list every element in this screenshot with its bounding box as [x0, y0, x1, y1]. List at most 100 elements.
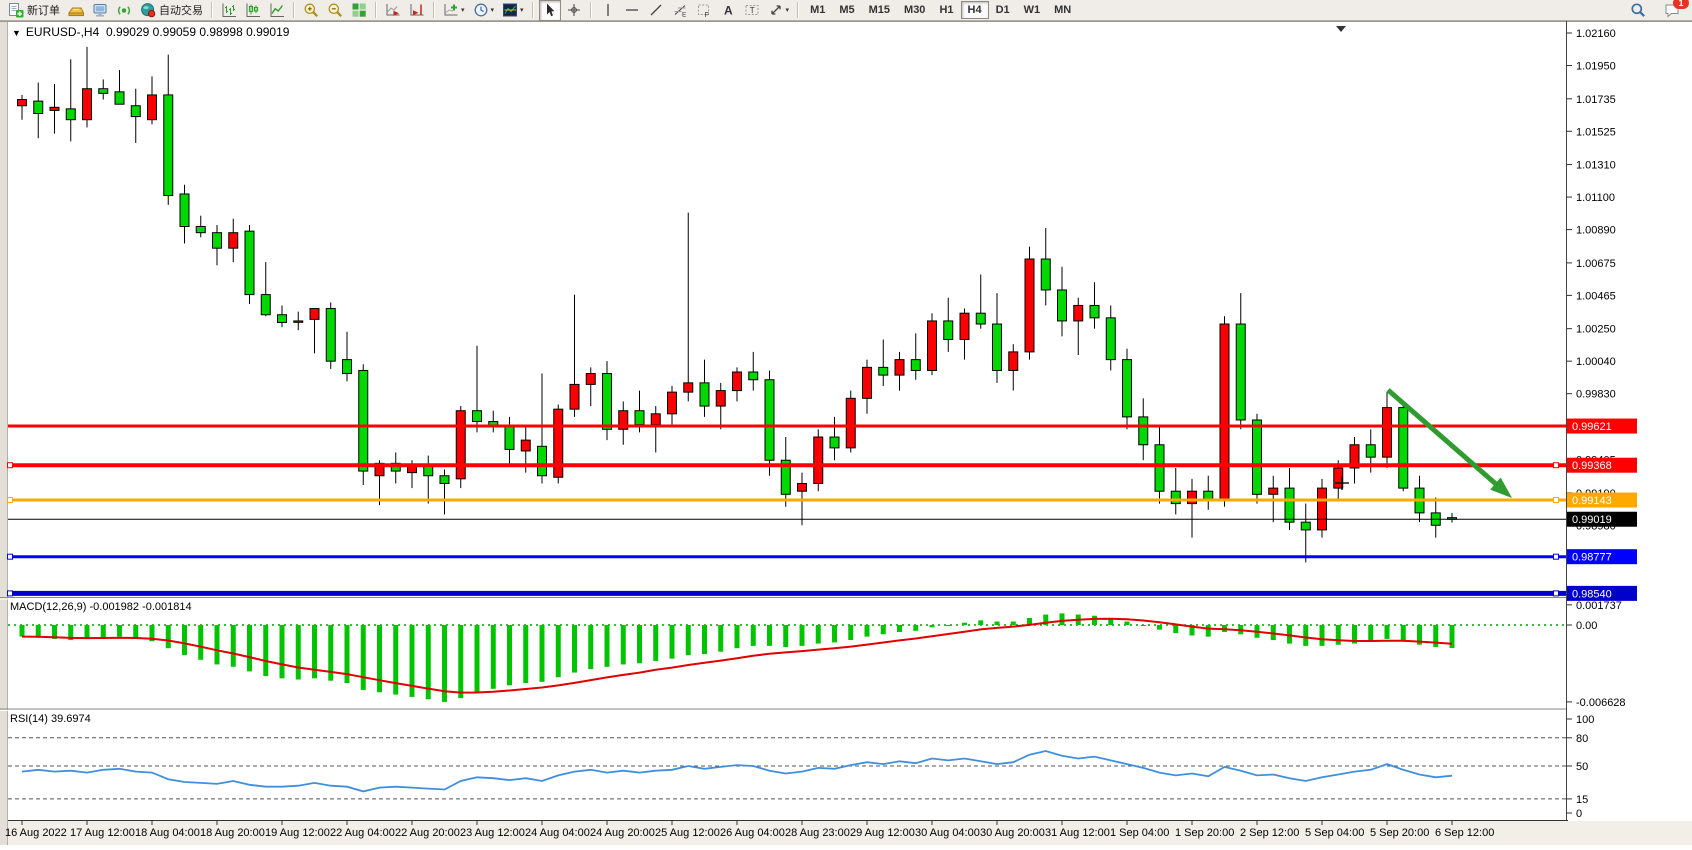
toolbar-button-text[interactable]: A — [717, 0, 739, 21]
hline-0.99368[interactable] — [8, 463, 1567, 468]
toolbar-button-terminal[interactable] — [89, 0, 111, 21]
macd-histogram-bar — [247, 625, 252, 671]
chevron-down-icon[interactable]: ▾ — [520, 6, 524, 14]
candle-body — [18, 100, 27, 106]
candle-body — [50, 107, 59, 110]
macd-histogram-bar — [816, 625, 821, 644]
macd-histogram-bar — [215, 625, 220, 664]
tiles-icon — [351, 2, 367, 18]
hline-handle[interactable] — [1554, 554, 1559, 559]
toolbar-button-zoom-out[interactable] — [324, 0, 346, 21]
timeframe-button-h1[interactable]: H1 — [932, 1, 960, 19]
candle-body — [603, 374, 612, 430]
toolbar-button-indicators[interactable]: ▾ — [440, 0, 468, 21]
toolbar-button-search[interactable] — [1627, 0, 1649, 21]
hline-handle[interactable] — [8, 498, 13, 503]
time-label: 1 Sep 04:00 — [1110, 827, 1169, 839]
candle — [554, 405, 563, 484]
macd-histogram-bar — [377, 625, 382, 692]
toolbar-button-channel[interactable]: F — [693, 0, 715, 21]
candle-body — [1204, 491, 1213, 499]
candle-body — [164, 95, 173, 196]
hline-handle[interactable] — [8, 554, 13, 559]
toolbar-button-deposit[interactable] — [65, 0, 87, 21]
toolbar-button-chart-shift[interactable] — [406, 0, 428, 21]
toolbar-button-templates[interactable]: ▾ — [499, 0, 527, 21]
chart-canvas[interactable]: 1.021601.019501.017351.015251.013101.011… — [0, 0, 1692, 845]
candle-body — [213, 233, 222, 248]
candle — [846, 391, 855, 453]
time-label: 22 Aug 04:00 — [330, 827, 395, 839]
toolbar-button-text-label[interactable]: T — [741, 0, 763, 21]
toolbar-button-zoom-in[interactable] — [300, 0, 322, 21]
price-tick-label: 1.00040 — [1576, 356, 1616, 368]
candle-body — [798, 483, 807, 491]
rsi-value: 39.6974 — [51, 713, 91, 725]
hline-handle[interactable] — [1554, 591, 1559, 596]
hline-icon — [624, 2, 640, 18]
toolbar-button-trendline[interactable] — [645, 0, 667, 21]
hline-handle[interactable] — [8, 463, 13, 468]
toolbar-button-crosshair[interactable] — [563, 0, 585, 21]
candle-body — [310, 309, 319, 320]
candle — [928, 313, 937, 375]
timeframe-button-w1[interactable]: W1 — [1017, 1, 1048, 19]
candle-body — [148, 95, 157, 120]
timeframe-button-mn[interactable]: MN — [1047, 1, 1078, 19]
candle-body — [1269, 488, 1278, 494]
toolbar-button-auto-scroll[interactable] — [382, 0, 404, 21]
rsi-axis-label: 100 — [1576, 714, 1594, 726]
macd-histogram-bar — [1011, 622, 1016, 625]
toolbar-button-chart-bars[interactable] — [218, 0, 240, 21]
hline-0.98540[interactable] — [8, 591, 1567, 596]
notification-badge: 1 — [1673, 0, 1689, 9]
timeframe-button-h4[interactable]: H4 — [961, 1, 989, 19]
toolbar-button-tile-windows[interactable] — [348, 0, 370, 21]
timeframe-button-m1[interactable]: M1 — [803, 1, 832, 19]
candle-body — [1155, 445, 1164, 491]
left-edge-splitter[interactable] — [0, 21, 7, 845]
candle-body — [115, 92, 124, 104]
candle-body — [749, 372, 758, 380]
timeframe-button-d1[interactable]: D1 — [989, 1, 1017, 19]
chart-menu-toggle-icon[interactable]: ▼ — [12, 28, 21, 38]
timeframe-button-m15[interactable]: M15 — [862, 1, 897, 19]
toolbar-button-chart-line[interactable] — [266, 0, 288, 21]
svg-text:F: F — [704, 12, 708, 18]
hline-handle[interactable] — [1554, 498, 1559, 503]
toolbar-button-arrows[interactable]: ▾ — [765, 0, 793, 21]
toolbar-button-periods[interactable]: ▾ — [470, 0, 498, 21]
bars-icon — [221, 2, 237, 18]
toolbar-button-fibonacci[interactable]: E — [669, 0, 691, 21]
toolbar-separator — [797, 2, 799, 18]
candle-body — [131, 106, 140, 117]
time-label: 25 Aug 12:00 — [655, 827, 720, 839]
timeframe-button-m30[interactable]: M30 — [897, 1, 932, 19]
chevron-down-icon[interactable]: ▾ — [491, 6, 495, 14]
macd-histogram-bar — [751, 625, 756, 646]
macd-histogram-bar — [1433, 625, 1438, 647]
macd-histogram-bar — [133, 625, 138, 639]
macd-histogram-bar — [800, 625, 805, 646]
macd-histogram-bar — [1125, 622, 1130, 625]
macd-histogram-bar — [832, 625, 837, 642]
hline-handle[interactable] — [8, 591, 13, 596]
toolbar-separator — [293, 2, 295, 18]
timeframe-button-m5[interactable]: M5 — [832, 1, 861, 19]
toolbar-button-new-order[interactable]: 新订单 — [5, 0, 63, 21]
toolbar-button-notifications[interactable]: 1 — [1661, 0, 1683, 21]
macd-histogram-bar — [686, 625, 691, 655]
candle-body — [1188, 491, 1197, 503]
toolbar-button-vertical-line[interactable] — [597, 0, 619, 21]
hline-handle[interactable] — [1554, 463, 1559, 468]
toolbar-button-signals[interactable] — [113, 0, 135, 21]
chevron-down-icon[interactable]: ▾ — [461, 6, 465, 14]
macd-histogram-bar — [1141, 625, 1146, 626]
chevron-down-icon[interactable]: ▾ — [786, 6, 790, 14]
toolbar-button-chart-candles[interactable] — [242, 0, 264, 21]
toolbar-button-cursor[interactable] — [539, 0, 561, 21]
price-tag-0.99019: 0.99019 — [1567, 512, 1637, 527]
toolbar-button-horizontal-line[interactable] — [621, 0, 643, 21]
toolbar-button-auto-trading[interactable]: 自动交易 — [137, 0, 206, 21]
candle-body — [473, 411, 482, 422]
